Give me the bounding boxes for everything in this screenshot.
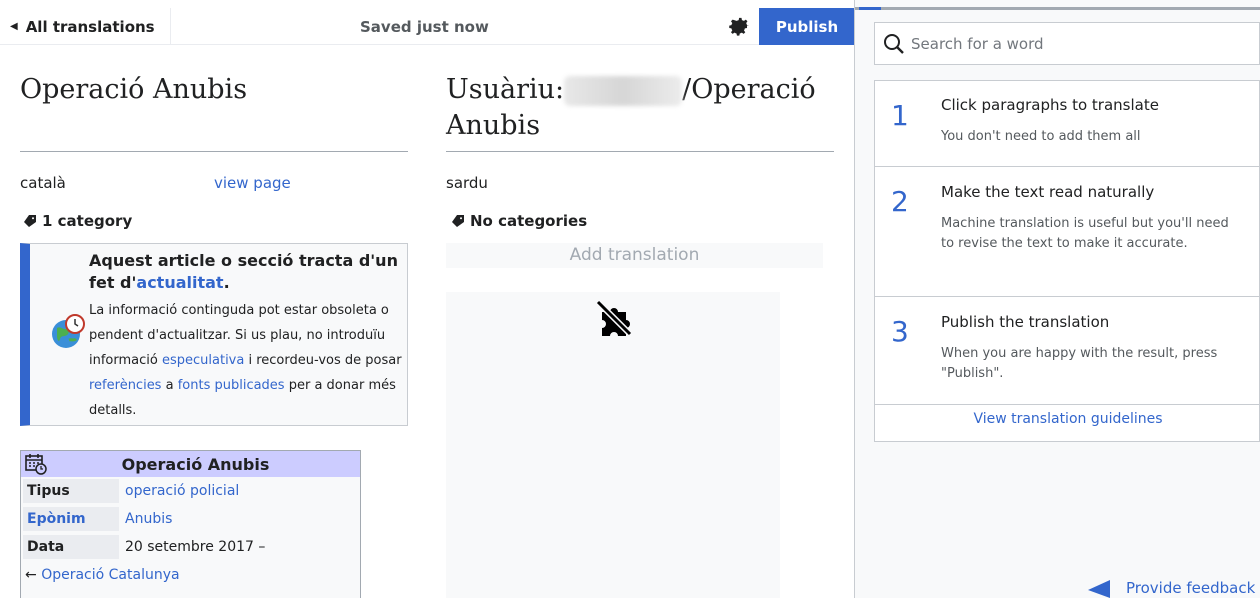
infobox-header: Operació Anubis xyxy=(21,451,360,477)
translation-guide-card: 1 Click paragraphs to translate You don'… xyxy=(874,80,1260,442)
tag-icon xyxy=(452,215,464,227)
infobox-value: 20 setembre 2017 – xyxy=(125,539,266,555)
infobox-title: Operació Anubis xyxy=(121,454,270,474)
target-title-divider xyxy=(446,151,834,152)
publish-button[interactable]: Publish xyxy=(759,8,855,45)
step-title: Click paragraphs to translate xyxy=(941,96,1159,114)
target-category-label: No categories xyxy=(470,212,588,230)
notice-link[interactable]: especulativa xyxy=(162,353,244,368)
translation-toolbar: ◀ All translations Saved just now Publis… xyxy=(0,8,855,45)
notice-body: La informació continguda pot estar obsol… xyxy=(89,298,409,423)
save-status: Saved just now xyxy=(360,17,489,36)
all-translations-button[interactable]: ◀ All translations xyxy=(0,8,171,45)
infobox-value[interactable]: operació policial xyxy=(125,479,239,503)
calendar-clock-icon xyxy=(25,454,47,475)
tools-sidebar: Search for a word 1 Click paragraphs to … xyxy=(855,0,1260,598)
step-title: Make the text read naturally xyxy=(941,183,1155,201)
gear-icon[interactable] xyxy=(726,14,752,40)
infobox: Operació Anubis Tipus operació policial Ep… xyxy=(20,450,361,598)
notice-link[interactable]: referències xyxy=(89,378,161,393)
all-translations-label: All translations xyxy=(25,17,155,36)
puzzle-disabled-icon xyxy=(595,299,633,337)
view-guidelines-link[interactable]: View translation guidelines xyxy=(875,411,1260,427)
source-category-label: 1 category xyxy=(42,212,133,230)
globe-clock-icon xyxy=(52,314,85,348)
actualitat-link[interactable]: actualitat xyxy=(136,273,223,292)
infobox-key[interactable]: Epònim xyxy=(23,507,119,531)
notice-text: i recordeu-vos de posar xyxy=(244,353,402,368)
sidebar-top-border xyxy=(855,7,1260,10)
infobox-value[interactable]: Anubis xyxy=(125,507,172,531)
notice-title: Aquest article o secció tracta d'un fet … xyxy=(89,251,398,292)
step-number: 3 xyxy=(891,315,909,348)
previous-operation-link[interactable]: Operació Catalunya xyxy=(41,567,179,583)
step-description: When you are happy with the result, pres… xyxy=(941,346,1218,381)
provide-feedback-link[interactable]: Provide feedback xyxy=(1086,578,1255,598)
guide-step-2: 2 Make the text read naturally Machine t… xyxy=(875,167,1260,297)
step-number: 1 xyxy=(891,99,909,132)
step-description: You don't need to add them all xyxy=(941,129,1141,144)
tag-icon xyxy=(24,215,36,227)
target-title: Usuàriu:/Operació Anubis xyxy=(446,74,816,141)
view-page-link[interactable]: view page xyxy=(214,174,291,192)
guide-step-3: 3 Publish the translation When you are h… xyxy=(875,297,1260,405)
search-icon xyxy=(884,33,904,54)
infobox-row: Data 20 setembre 2017 – xyxy=(21,533,360,561)
left-arrow-icon: ← xyxy=(25,567,37,583)
source-categories[interactable]: 1 category xyxy=(24,212,132,230)
add-translation-field[interactable]: Add translation xyxy=(446,243,823,268)
dictionary-search-input[interactable]: Search for a word xyxy=(874,22,1260,65)
redacted-username xyxy=(564,75,683,106)
source-title: Operació Anubis xyxy=(20,74,248,105)
feedback-label: Provide feedback xyxy=(1126,579,1256,597)
source-title-divider xyxy=(20,151,408,152)
current-event-notice: Aquest article o secció tracta d'un fet … xyxy=(20,243,408,426)
infobox-key: Tipus xyxy=(23,479,119,503)
step-description: Machine translation is useful but you'll… xyxy=(941,216,1229,251)
infobox-key: Data xyxy=(23,535,119,559)
search-placeholder: Search for a word xyxy=(911,34,1044,53)
guide-step-1: 1 Click paragraphs to translate You don'… xyxy=(875,81,1260,167)
back-arrow-icon: ◀ xyxy=(10,21,18,32)
infobox-previous: ← Operació Catalunya xyxy=(21,561,360,589)
megaphone-icon xyxy=(1088,580,1110,598)
step-number: 2 xyxy=(891,185,909,218)
notice-link[interactable]: fonts publicades xyxy=(178,378,285,393)
source-language: català xyxy=(20,174,66,192)
infobox-row: Tipus operació policial xyxy=(21,477,360,505)
infobox-row: Epònim Anubis xyxy=(21,505,360,533)
target-language: sardu xyxy=(446,174,488,192)
target-categories[interactable]: No categories xyxy=(452,212,587,230)
notice-text: a xyxy=(161,378,178,393)
step-title: Publish the translation xyxy=(941,313,1110,331)
infobox-placeholder xyxy=(446,292,780,598)
